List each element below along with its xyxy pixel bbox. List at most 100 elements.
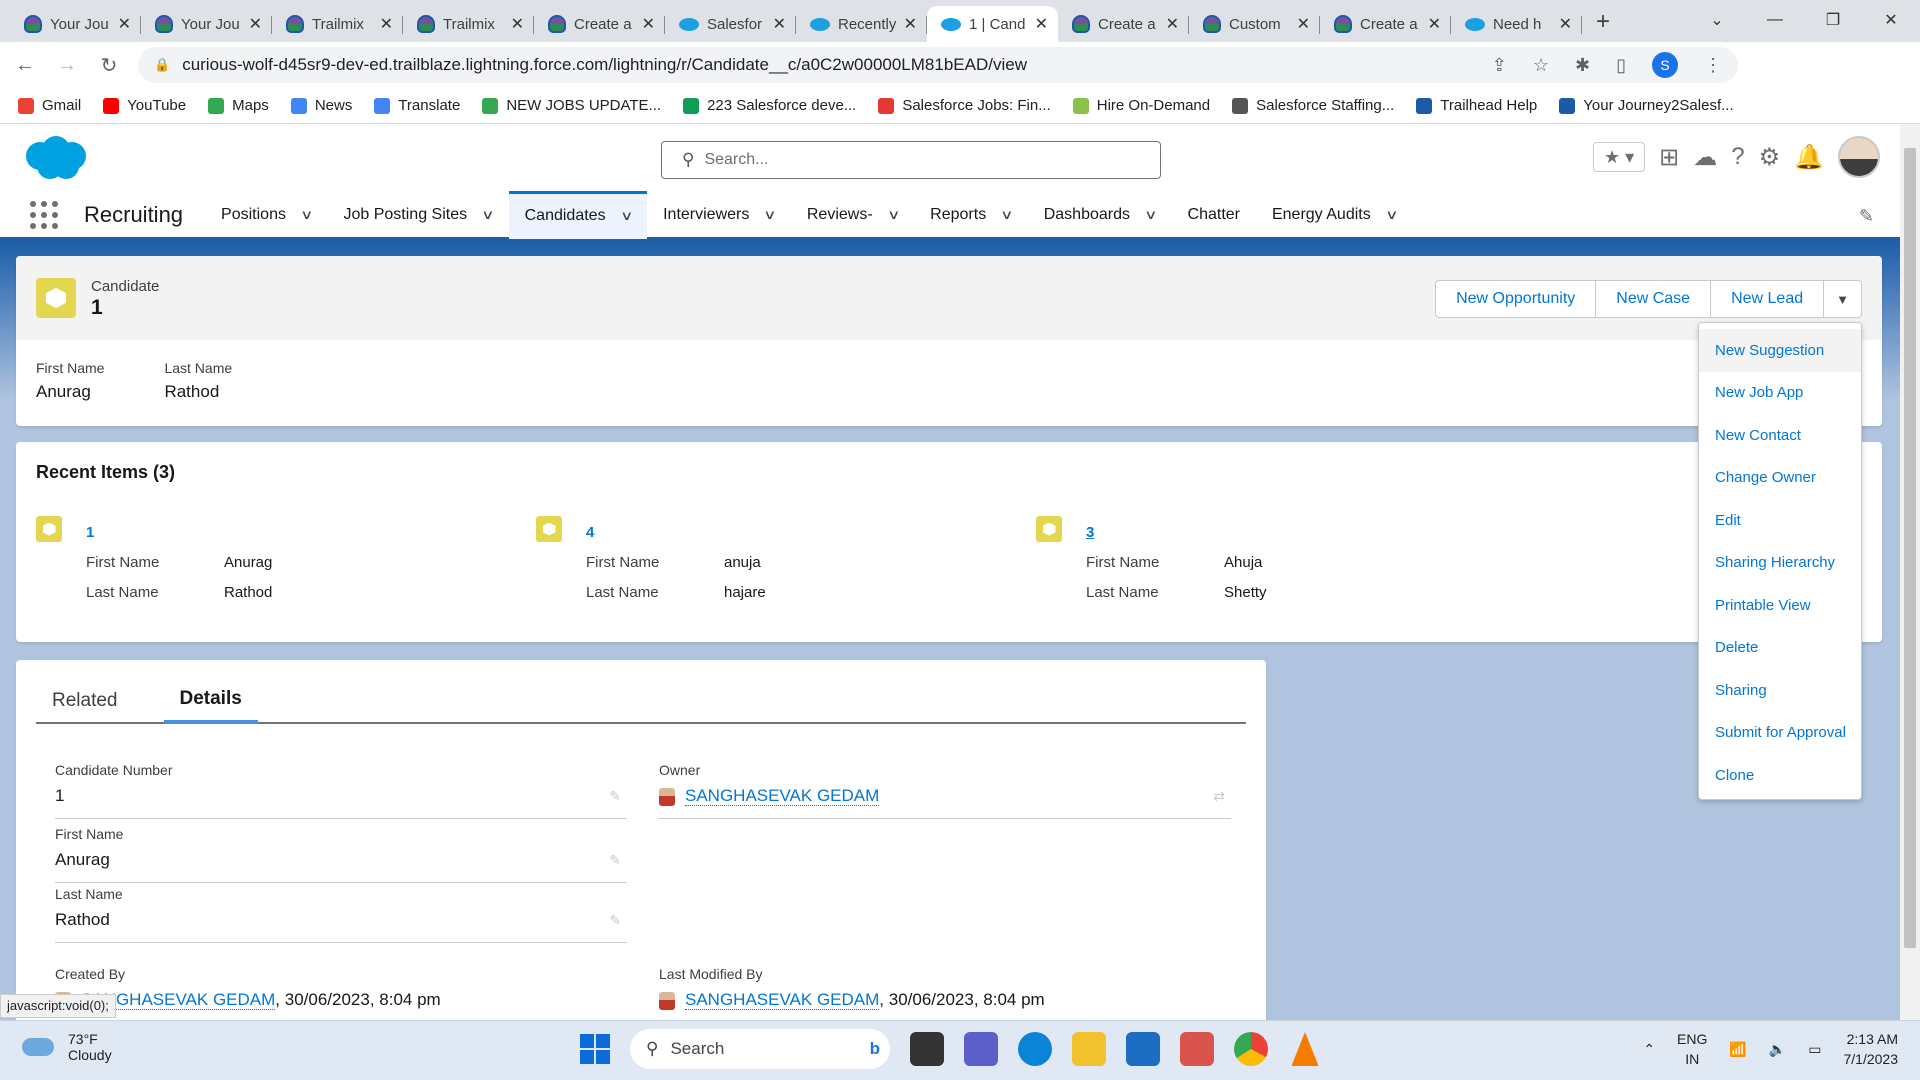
user-avatar[interactable] xyxy=(1838,136,1880,178)
taskbar-search[interactable]: ⚲ Search b xyxy=(630,1029,890,1069)
bookmark-item[interactable]: News xyxy=(290,97,352,114)
browser-tab[interactable]: Recently ✕ xyxy=(796,6,927,42)
side-panel-icon[interactable]: ▯ xyxy=(1616,55,1626,76)
close-window-button[interactable]: ✕ xyxy=(1862,10,1920,30)
language-indicator[interactable]: ENG IN xyxy=(1677,1029,1707,1069)
close-tab-icon[interactable]: ✕ xyxy=(511,14,524,34)
chevron-down-icon[interactable]: ∨ xyxy=(763,207,776,223)
nav-item-job-posting-sites[interactable]: Job Posting Sites ∨ xyxy=(327,191,508,239)
menu-item-submit-for-approval[interactable]: Submit for Approval xyxy=(1699,712,1861,755)
show-hidden-icons-chevron[interactable]: ⌃ xyxy=(1643,1041,1655,1058)
close-tab-icon[interactable]: ✕ xyxy=(1559,14,1572,34)
close-tab-icon[interactable]: ✕ xyxy=(904,14,917,34)
file-explorer-icon[interactable] xyxy=(1072,1032,1106,1066)
menu-item-new-suggestion[interactable]: New Suggestion xyxy=(1699,329,1861,372)
recent-item-link[interactable]: 3 xyxy=(1086,524,1094,541)
change-owner-icon[interactable]: ⇄ xyxy=(1213,788,1225,805)
tab-details[interactable]: Details xyxy=(163,678,258,724)
close-tab-icon[interactable]: ✕ xyxy=(1428,14,1441,34)
browser-tab[interactable]: Need h ✕ xyxy=(1451,6,1582,42)
more-actions-dropdown-button[interactable]: ▼ xyxy=(1823,280,1862,318)
edit-pencil-icon[interactable]: ✎ xyxy=(609,852,621,869)
recent-item-link[interactable]: 1 xyxy=(86,524,94,541)
bookmark-star-icon[interactable]: ☆ xyxy=(1533,55,1549,76)
edge-icon[interactable] xyxy=(1018,1032,1052,1066)
mail-icon[interactable] xyxy=(1126,1032,1160,1066)
bookmark-item[interactable]: Hire On-Demand xyxy=(1072,97,1210,114)
global-actions-icon[interactable]: ⊞ xyxy=(1659,143,1679,172)
bookmark-item[interactable]: YouTube xyxy=(103,97,186,114)
owner-link[interactable]: SANGHASEVAK GEDAM xyxy=(685,786,880,806)
edit-pencil-icon[interactable]: ✎ xyxy=(609,788,621,805)
new-tab-button[interactable]: + xyxy=(1596,8,1610,36)
help-icon[interactable]: ? xyxy=(1731,143,1744,171)
new-opportunity-button[interactable]: New Opportunity xyxy=(1435,280,1597,318)
browser-tab[interactable]: Create a ✕ xyxy=(1320,6,1451,42)
app-launcher-icon[interactable] xyxy=(30,200,58,229)
nav-item-reviews[interactable]: Reviews- ∨ xyxy=(791,191,914,239)
chevron-down-icon[interactable]: ∨ xyxy=(1144,207,1157,223)
new-case-button[interactable]: New Case xyxy=(1595,280,1712,318)
menu-item-change-owner[interactable]: Change Owner xyxy=(1699,457,1861,500)
close-tab-icon[interactable]: ✕ xyxy=(1297,14,1310,34)
reload-button[interactable]: ↻ xyxy=(92,53,126,78)
trailhead-guidance-icon[interactable]: ☁ xyxy=(1693,143,1717,172)
back-button[interactable]: ← xyxy=(8,54,42,77)
bookmark-item[interactable]: Salesforce Jobs: Fin... xyxy=(878,97,1051,114)
menu-item-delete[interactable]: Delete xyxy=(1699,627,1861,670)
start-button[interactable] xyxy=(580,1034,610,1064)
nav-item-dashboards[interactable]: Dashboards ∨ xyxy=(1028,191,1172,239)
volume-icon[interactable]: 🔈 xyxy=(1769,1041,1786,1058)
share-icon[interactable]: ⇪ xyxy=(1492,55,1507,76)
browser-tab[interactable]: Trailmix ✕ xyxy=(403,6,534,42)
browser-tab[interactable]: Your Jou ✕ xyxy=(10,6,141,42)
nav-item-positions[interactable]: Positions ∨ xyxy=(205,191,327,239)
menu-item-sharing[interactable]: Sharing xyxy=(1699,669,1861,712)
browser-tab[interactable]: Your Jou ✕ xyxy=(141,6,272,42)
close-tab-icon[interactable]: ✕ xyxy=(118,14,131,34)
nav-item-chatter[interactable]: Chatter xyxy=(1172,191,1256,239)
tab-related[interactable]: Related xyxy=(36,678,134,724)
teams-icon[interactable] xyxy=(964,1032,998,1066)
close-tab-icon[interactable]: ✕ xyxy=(1166,14,1179,34)
nav-item-energy-audits[interactable]: Energy Audits ∨ xyxy=(1256,191,1412,239)
menu-item-new-job-app[interactable]: New Job App xyxy=(1699,372,1861,415)
browser-tab[interactable]: Trailmix ✕ xyxy=(272,6,403,42)
menu-item-new-contact[interactable]: New Contact xyxy=(1699,414,1861,457)
bookmark-item[interactable]: Salesforce Staffing... xyxy=(1232,97,1394,114)
edit-pencil-icon[interactable]: ✎ xyxy=(609,912,621,929)
close-tab-icon[interactable]: ✕ xyxy=(642,14,655,34)
chevron-down-icon[interactable]: ∨ xyxy=(620,208,633,224)
tab-search-icon[interactable]: ⌄ xyxy=(1688,10,1746,30)
notifications-bell-icon[interactable]: 🔔 xyxy=(1794,143,1824,172)
recent-item-link[interactable]: 4 xyxy=(586,524,594,541)
menu-item-clone[interactable]: Clone xyxy=(1699,754,1861,797)
wifi-icon[interactable]: 📶 xyxy=(1729,1041,1746,1058)
chevron-down-icon[interactable]: ∨ xyxy=(887,207,900,223)
new-lead-button[interactable]: New Lead xyxy=(1710,280,1825,318)
forward-button[interactable]: → xyxy=(50,54,84,77)
edit-nav-icon[interactable]: ✎ xyxy=(1859,206,1874,227)
bookmark-item[interactable]: Translate xyxy=(374,97,460,114)
bookmark-item[interactable]: Trailhead Help xyxy=(1416,97,1537,114)
battery-icon[interactable]: ▭ xyxy=(1808,1041,1821,1058)
bookmark-item[interactable]: Your Journey2Salesf... xyxy=(1559,97,1734,114)
favorites-button[interactable]: ★ ▾ xyxy=(1593,142,1646,172)
bookmark-item[interactable]: 223 Salesforce deve... xyxy=(683,97,856,114)
menu-item-printable-view[interactable]: Printable View xyxy=(1699,584,1861,627)
close-tab-icon[interactable]: ✕ xyxy=(380,14,393,34)
vlc-icon[interactable] xyxy=(1291,1032,1319,1066)
setup-gear-icon[interactable]: ⚙ xyxy=(1759,143,1781,172)
browser-tab[interactable]: Salesfor ✕ xyxy=(665,6,796,42)
minimize-button[interactable]: — xyxy=(1746,11,1804,29)
nav-item-interviewers[interactable]: Interviewers ∨ xyxy=(647,191,791,239)
nav-item-candidates[interactable]: Candidates ∨ xyxy=(508,190,648,239)
global-search-input[interactable]: ⚲ Search... xyxy=(661,141,1161,179)
clock[interactable]: 2:13 AM 7/1/2023 xyxy=(1844,1029,1899,1069)
url-input[interactable]: 🔒 curious-wolf-d45sr9-dev-ed.trailblaze.… xyxy=(138,47,1738,83)
bookmark-item[interactable]: Gmail xyxy=(18,97,81,114)
menu-item-sharing-hierarchy[interactable]: Sharing Hierarchy xyxy=(1699,542,1861,585)
chevron-down-icon[interactable]: ∨ xyxy=(481,207,494,223)
chevron-down-icon[interactable]: ∨ xyxy=(300,207,313,223)
close-tab-icon[interactable]: ✕ xyxy=(773,14,786,34)
